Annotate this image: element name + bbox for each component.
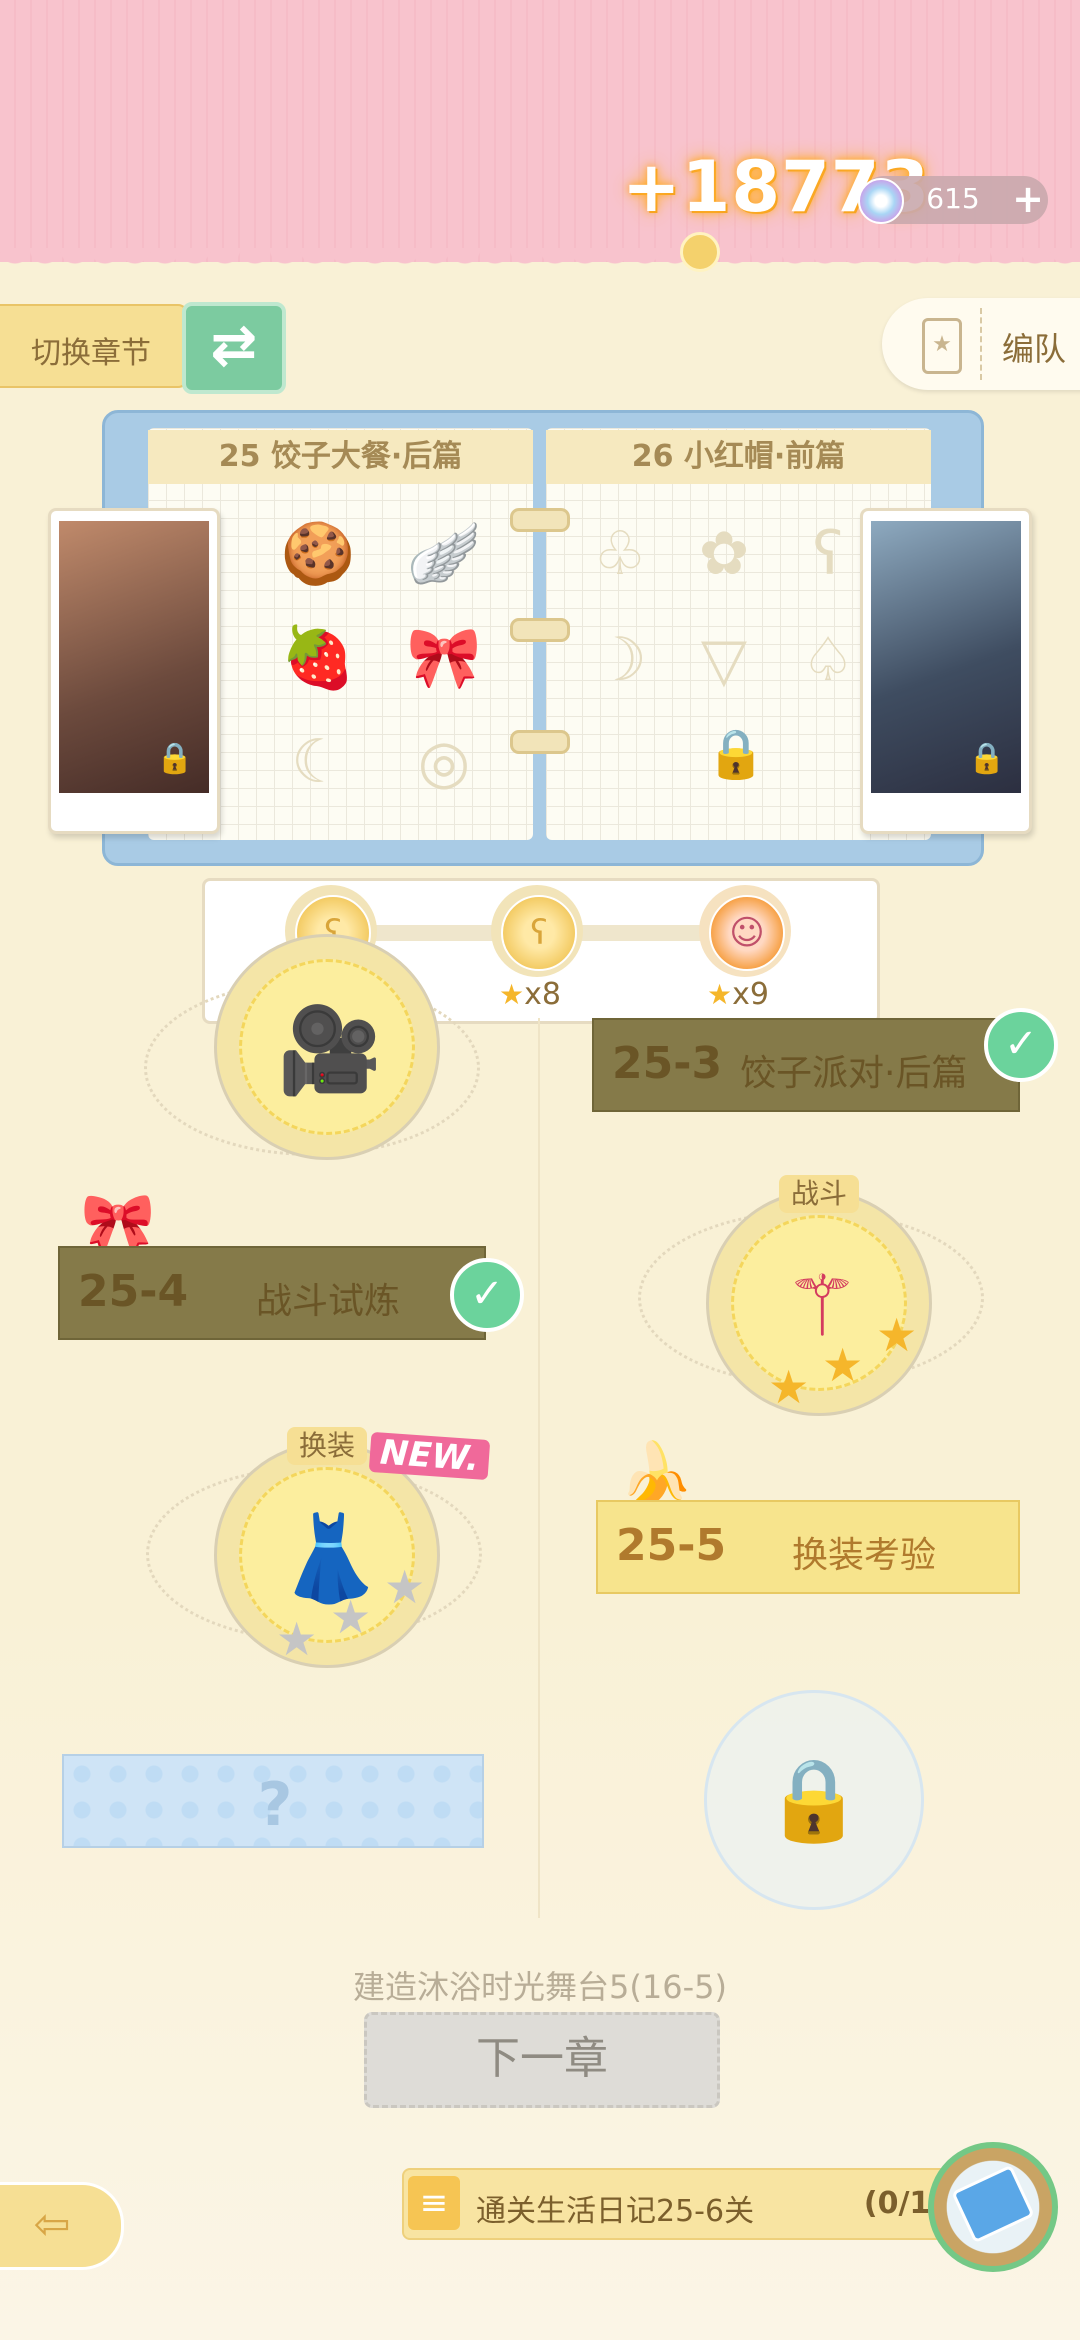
- stage-bar-25-4[interactable]: 25-4 战斗试炼: [58, 1246, 486, 1340]
- quest-text: 通关生活日记25-6关: [476, 2194, 755, 2229]
- divider: [980, 308, 982, 380]
- locked-node: 🔒: [704, 1690, 924, 1910]
- star-icon: ★: [384, 1560, 426, 1614]
- star-icon: ★: [876, 1308, 918, 1362]
- path-line: [538, 1018, 540, 1918]
- chapter-title-left: 25 饺子大餐·后篇: [148, 430, 533, 484]
- chapter-title-right: 26 小红帽·前篇: [546, 430, 931, 484]
- switch-chapter-button[interactable]: 切换章节: [0, 304, 188, 388]
- bow-icon: 🎀: [406, 623, 482, 693]
- reward-requirement: ★x8: [499, 977, 561, 1012]
- crystal-icon: [858, 178, 904, 224]
- stage-node-dressup[interactable]: 换装 👗: [214, 1427, 440, 1668]
- cleared-check-icon: ✓: [984, 1008, 1058, 1082]
- node-inner: 👗: [239, 1467, 415, 1643]
- video-camera-icon: 🎥: [277, 1001, 383, 1099]
- star-icon: ★: [822, 1338, 864, 1392]
- quest-bar[interactable]: ≡ 通关生活日记25-6关 (0/1): [402, 2168, 966, 2240]
- reward-node[interactable]: ☺: [699, 885, 791, 977]
- binder-ring: [510, 618, 570, 642]
- stage-bar-locked[interactable]: ?: [62, 1754, 484, 1848]
- add-currency-button[interactable]: +: [1008, 176, 1048, 224]
- flower-icon: ✿: [698, 519, 750, 589]
- star-icon: ★: [707, 978, 733, 1011]
- chapter-photo-left[interactable]: 🔒: [48, 508, 220, 834]
- next-chapter-button[interactable]: 下一章: [364, 2012, 720, 2108]
- star-icon: ★: [768, 1360, 810, 1414]
- currency-value: 615: [926, 182, 980, 215]
- lock-icon: 🔒: [968, 741, 1006, 776]
- swap-icon[interactable]: ⇄: [182, 302, 286, 394]
- next-chapter-requirement: 建造沐浴时光舞台5(16-5): [353, 1968, 727, 2006]
- bear-icon: ʕ: [812, 519, 844, 589]
- quest-reward-button[interactable]: [928, 2142, 1058, 2272]
- banner-scallop: [0, 248, 1080, 278]
- star-icon: ★: [499, 978, 525, 1011]
- cherry-icon: ♧: [593, 519, 647, 589]
- rabbit-icon: ♤: [801, 625, 855, 695]
- new-badge: NEW.: [368, 1431, 491, 1481]
- reward-requirement: ★x9: [707, 977, 769, 1012]
- star-icon: ★: [276, 1612, 318, 1666]
- lock-icon: 🔒: [764, 1753, 864, 1846]
- wing-icon: ☽: [593, 625, 647, 695]
- swirl-icon: ◎: [417, 727, 471, 797]
- lock-icon: 🔒: [706, 726, 766, 782]
- back-button[interactable]: ⇦: [0, 2182, 124, 2270]
- coin-icon: ʕ: [501, 895, 577, 971]
- strawberry-icon: 🍓: [280, 623, 356, 693]
- ticket-icon: [951, 2164, 1035, 2244]
- node-inner: 🎥: [239, 959, 415, 1135]
- lock-icon: 🔒: [156, 741, 194, 776]
- card-icon: ★: [922, 318, 962, 374]
- binder-ring: [510, 730, 570, 754]
- team-label: 编队: [1002, 330, 1067, 368]
- dressup-tag: 换装: [286, 1427, 368, 1465]
- reward-node[interactable]: ʕ: [491, 885, 583, 977]
- stage-node-video[interactable]: 🎥: [214, 934, 440, 1160]
- wing-icon: 🪽: [406, 519, 482, 589]
- team-button[interactable]: ★ 编队: [882, 298, 1080, 390]
- stage-bar-25-3[interactable]: 25-3 饺子派对·后篇: [592, 1018, 1020, 1112]
- cat-icon: ▽: [700, 625, 748, 695]
- star-icon: ★: [330, 1590, 372, 1644]
- stage-node-battle[interactable]: 战斗 ⚚: [706, 1175, 932, 1416]
- cleared-check-icon: ✓: [450, 1258, 524, 1332]
- coin-icon: [680, 232, 720, 272]
- character-avatar: ☺: [709, 895, 785, 971]
- node-inner: ⚚: [731, 1215, 907, 1391]
- binder-ring: [510, 508, 570, 532]
- battle-tag: 战斗: [778, 1175, 860, 1213]
- stage-bar-25-5[interactable]: 25-5 换装考验: [596, 1500, 1020, 1594]
- quest-icon: ≡: [408, 2176, 460, 2230]
- banana-icon: ☾: [291, 727, 345, 797]
- chapter-photo-right[interactable]: 🔒: [860, 508, 1032, 834]
- switch-chapter-label: 切换章节: [31, 336, 151, 371]
- cookie-icon: 🍪: [280, 519, 356, 589]
